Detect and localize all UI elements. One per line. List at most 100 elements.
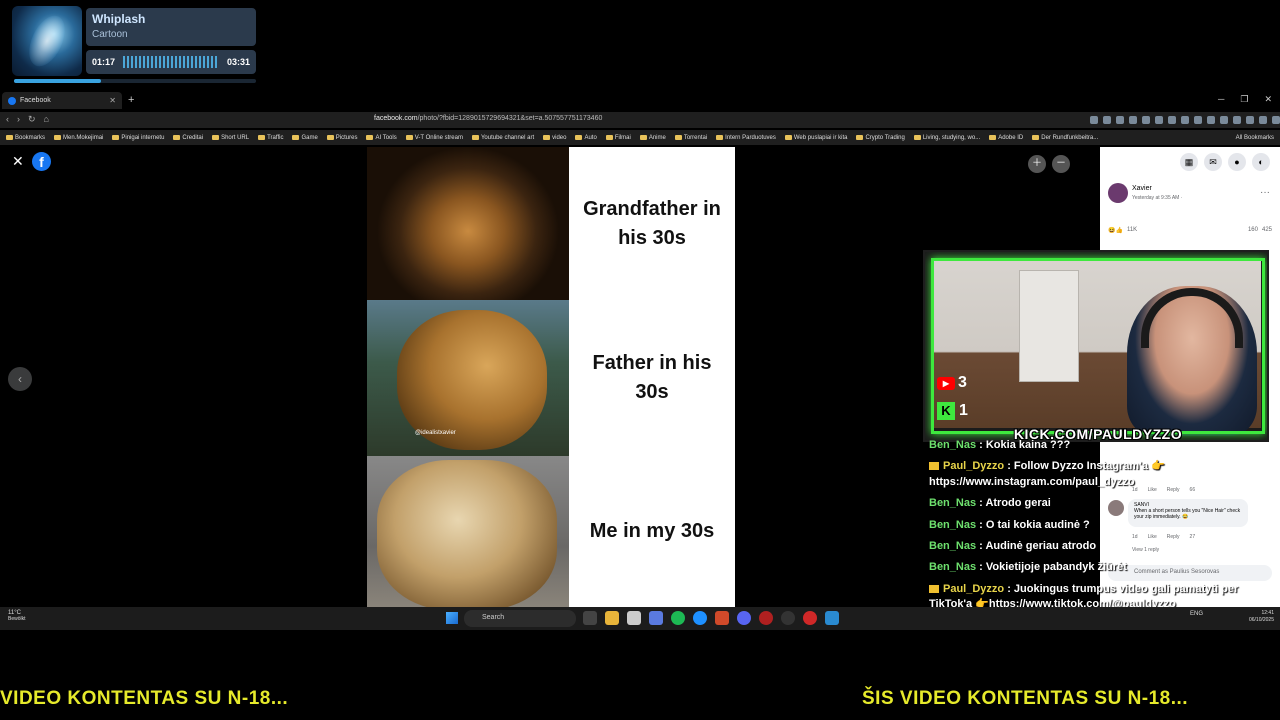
file-explorer-icon[interactable] xyxy=(605,611,619,625)
zoom-in-icon[interactable]: ＋ xyxy=(1028,155,1046,173)
bookmark-label: Der Rundfunkbeitra... xyxy=(1041,134,1099,141)
bookmark-item[interactable]: Pictures xyxy=(326,135,357,141)
close-window-icon[interactable]: ✕ xyxy=(1264,94,1272,105)
reload-icon[interactable]: ↻ xyxy=(28,114,36,125)
store-icon[interactable] xyxy=(627,611,641,625)
waveform-icon xyxy=(123,56,219,68)
post-author[interactable]: Xavier Yesterday at 9:35 AM · xyxy=(1108,183,1182,203)
bookmark-item[interactable]: Web puslapiai ir kita xyxy=(784,135,847,141)
bookmark-item[interactable]: Creditai xyxy=(173,135,203,141)
extension-icon[interactable] xyxy=(1142,116,1150,124)
folder-icon xyxy=(575,135,583,140)
forward-icon[interactable]: › xyxy=(17,114,20,125)
chat-text: Kokia kaina ??? xyxy=(985,439,1071,451)
bookmark-item[interactable]: Torrentai xyxy=(674,135,707,141)
bookmark-item[interactable]: Auto xyxy=(575,135,597,141)
extension-icon[interactable] xyxy=(1181,116,1189,124)
weather-text: Bewölkt xyxy=(8,616,26,622)
extension-icon[interactable] xyxy=(1207,116,1215,124)
bookmark-item[interactable]: Men.Mokejimai xyxy=(54,135,103,141)
post-time[interactable]: Yesterday at 9:35 AM · xyxy=(1132,195,1182,201)
lion-photo-1 xyxy=(367,147,569,300)
lion-photo-2: @idealistxavier xyxy=(367,300,569,456)
youtube-viewers: ▶ 3 xyxy=(937,374,967,392)
extension-icon[interactable] xyxy=(1194,116,1202,124)
meme-row-me: Me in my 30s xyxy=(367,456,735,607)
steam-icon[interactable] xyxy=(825,611,839,625)
weather-widget[interactable]: 11°C Bewölkt xyxy=(8,610,26,622)
more-options-icon[interactable]: ··· xyxy=(1260,187,1270,198)
obs-icon[interactable] xyxy=(759,611,773,625)
extension-icon[interactable] xyxy=(1168,116,1176,124)
comments-count[interactable]: 160 xyxy=(1248,227,1258,234)
discord-icon[interactable] xyxy=(737,611,751,625)
spotify-icon[interactable] xyxy=(671,611,685,625)
reactions-count[interactable]: 11K xyxy=(1127,227,1137,234)
back-icon[interactable]: ‹ xyxy=(6,114,9,125)
webcam-frame xyxy=(931,258,1265,434)
bookmark-item[interactable]: Traffic xyxy=(258,135,283,141)
extension-icon[interactable] xyxy=(1155,116,1163,124)
bookmark-item[interactable]: Crypto Trading xyxy=(856,135,905,141)
bookmark-item[interactable]: Game xyxy=(292,135,318,141)
app-icon[interactable] xyxy=(781,611,795,625)
folder-icon xyxy=(6,135,13,140)
messenger-icon[interactable]: ✉ xyxy=(1204,153,1222,171)
minimize-icon[interactable]: ─ xyxy=(1218,94,1224,105)
bookmark-item[interactable]: Anime xyxy=(639,135,666,141)
folder-icon xyxy=(292,135,300,140)
bookmark-item[interactable]: Adobe ID xyxy=(989,135,1023,141)
facebook-logo-icon[interactable]: f xyxy=(32,152,51,171)
language-indicator[interactable]: ENG xyxy=(1190,611,1203,617)
avatar[interactable] xyxy=(1108,183,1128,203)
bookmark-item[interactable]: Bookmarks xyxy=(6,135,45,141)
menu-grid-icon[interactable]: ▦ xyxy=(1180,153,1198,171)
clock[interactable]: 12:41 06/10/2025 xyxy=(1249,610,1274,624)
bookmark-item[interactable]: Filmai xyxy=(605,135,631,141)
app-icon[interactable] xyxy=(803,611,817,625)
profile-avatar[interactable]: ◐ xyxy=(1252,153,1270,171)
extension-icon[interactable] xyxy=(1259,116,1267,124)
tab-close-icon[interactable]: ✕ xyxy=(109,96,116,105)
close-viewer-icon[interactable]: ✕ xyxy=(12,153,24,170)
extension-icon[interactable] xyxy=(1246,116,1254,124)
extension-icon[interactable] xyxy=(1116,116,1124,124)
home-icon[interactable]: ⌂ xyxy=(44,114,49,125)
app-icon[interactable] xyxy=(649,611,663,625)
bookmark-item[interactable]: Der Rundfunkbeitra... xyxy=(1032,135,1098,141)
bookmark-item[interactable]: Youtube channel art xyxy=(471,135,534,141)
extension-icon[interactable] xyxy=(1090,116,1098,124)
bookmark-item[interactable]: Living, studying, wo... xyxy=(913,135,980,141)
shares-count[interactable]: 425 xyxy=(1262,227,1272,234)
taskbar: 11°C Bewölkt Search ENG 12:41 06/10/2025 xyxy=(0,607,1280,630)
all-bookmarks[interactable]: All Bookmarks xyxy=(1236,135,1274,141)
bookmark-item[interactable]: Intern Parduotuves xyxy=(716,135,776,141)
bookmark-item[interactable]: video xyxy=(543,135,566,141)
notifications-icon[interactable]: ● xyxy=(1228,153,1246,171)
extension-icon[interactable] xyxy=(1272,116,1280,124)
extension-icon[interactable] xyxy=(1233,116,1241,124)
bookmark-label: Creditai xyxy=(182,134,204,141)
edge-icon[interactable] xyxy=(693,611,707,625)
brave-icon[interactable] xyxy=(715,611,729,625)
extension-icon[interactable] xyxy=(1103,116,1111,124)
extension-icon[interactable] xyxy=(1220,116,1228,124)
tab-facebook[interactable]: Facebook ✕ xyxy=(2,92,122,109)
extension-icons xyxy=(1090,116,1280,124)
extension-icon[interactable] xyxy=(1129,116,1137,124)
folder-icon xyxy=(856,135,864,140)
taskbar-search[interactable]: Search xyxy=(464,610,576,627)
bookmark-item[interactable]: AI Tools xyxy=(366,135,397,141)
previous-photo-button[interactable]: ‹ xyxy=(8,367,32,391)
bookmark-item[interactable]: Short URL xyxy=(212,135,249,141)
bookmark-item[interactable]: Pinigai internetu xyxy=(112,135,164,141)
poster-name[interactable]: Xavier xyxy=(1132,185,1152,192)
music-progress xyxy=(14,79,256,83)
url-field[interactable]: facebook.com/photo/?fbid=128901572969432… xyxy=(374,115,602,122)
bookmark-item[interactable]: V-T Online stream xyxy=(405,135,463,141)
task-view-icon[interactable] xyxy=(583,611,597,625)
new-tab-button[interactable]: + xyxy=(128,94,134,106)
zoom-out-icon[interactable]: － xyxy=(1052,155,1070,173)
restore-icon[interactable]: ❐ xyxy=(1240,94,1248,105)
windows-start-icon[interactable] xyxy=(446,612,458,624)
